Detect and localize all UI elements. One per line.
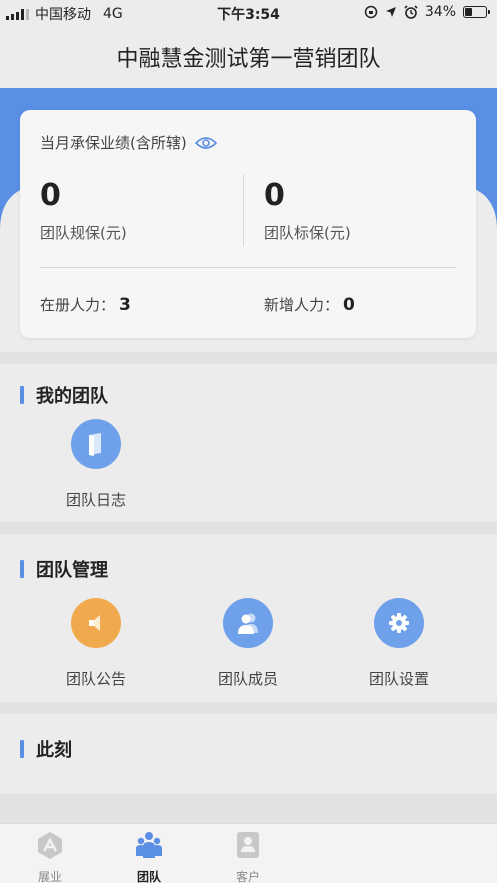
explore-icon xyxy=(38,832,62,859)
new-staff: 新增人力： 0 xyxy=(264,294,355,315)
team-standard-metric[interactable]: 0 团队标保(元) xyxy=(264,178,464,243)
moment-section: 此刻 xyxy=(0,714,497,794)
status-bar: 中国移动 4G 下午3:54 34% xyxy=(0,0,497,26)
rotation-lock-icon xyxy=(364,5,378,19)
team-members-label: 团队成员 xyxy=(217,670,278,688)
team-management-section: 团队管理 团队公告 团队成员 团队设置 xyxy=(0,534,497,702)
card-divider xyxy=(40,267,456,268)
tab-customer-label: 客户 xyxy=(235,870,260,883)
team-scale-value: 0 xyxy=(40,178,61,213)
user-icon xyxy=(223,598,273,648)
section-separator xyxy=(0,702,497,714)
team-members-button[interactable]: 团队成员 xyxy=(193,598,303,689)
my-team-section: 我的团队 团队日志 xyxy=(0,364,497,522)
team-icon xyxy=(136,832,162,858)
section-marker xyxy=(20,386,24,404)
team-announcement-label: 团队公告 xyxy=(65,670,126,688)
page-title: 中融慧金测试第一营销团队 xyxy=(0,26,497,88)
team-management-title: 团队管理 xyxy=(36,560,108,581)
new-value: 0 xyxy=(343,295,355,315)
metric-divider xyxy=(243,174,244,246)
gear-icon xyxy=(374,598,424,648)
customer-icon xyxy=(237,832,259,858)
team-scale-metric[interactable]: 0 团队规保(元) xyxy=(40,178,240,243)
team-standard-value: 0 xyxy=(264,178,285,213)
team-log-button[interactable]: 团队日志 xyxy=(41,419,151,510)
tab-team[interactable]: 团队 xyxy=(119,830,179,883)
tab-bar: 展业 团队 客户 xyxy=(0,823,497,883)
section-separator xyxy=(0,352,497,364)
team-announcement-button[interactable]: 团队公告 xyxy=(41,598,151,689)
tab-team-label: 团队 xyxy=(136,870,161,883)
section-marker xyxy=(20,740,24,758)
performance-card: 当月承保业绩(含所辖) 0 团队规保(元) 0 团队标保(元) 在册人力： 3 新… xyxy=(20,110,476,338)
section-separator xyxy=(0,794,497,823)
book-icon xyxy=(71,419,121,469)
new-label: 新增人力： xyxy=(264,296,340,314)
section-marker xyxy=(20,560,24,578)
battery-percent: 34% xyxy=(424,4,456,20)
team-log-label: 团队日志 xyxy=(65,491,126,509)
team-settings-button[interactable]: 团队设置 xyxy=(344,598,454,689)
section-separator xyxy=(0,522,497,534)
eye-icon[interactable] xyxy=(194,136,217,150)
registered-label: 在册人力： xyxy=(40,296,116,314)
registered-staff: 在册人力： 3 xyxy=(40,294,131,315)
performance-title: 当月承保业绩(含所辖) xyxy=(40,134,187,152)
tab-explore[interactable]: 展业 xyxy=(20,830,80,883)
registered-value: 3 xyxy=(119,295,131,315)
team-scale-label: 团队规保(元) xyxy=(40,224,127,242)
location-icon xyxy=(385,7,396,17)
tab-explore-label: 展业 xyxy=(37,870,62,883)
my-team-title: 我的团队 xyxy=(36,386,108,407)
speaker-icon xyxy=(71,598,121,648)
team-standard-label: 团队标保(元) xyxy=(264,224,351,242)
tab-customer[interactable]: 客户 xyxy=(218,830,278,883)
alarm-icon xyxy=(404,5,418,19)
battery-icon xyxy=(463,6,490,18)
team-settings-label: 团队设置 xyxy=(368,670,429,688)
moment-title: 此刻 xyxy=(36,740,72,761)
